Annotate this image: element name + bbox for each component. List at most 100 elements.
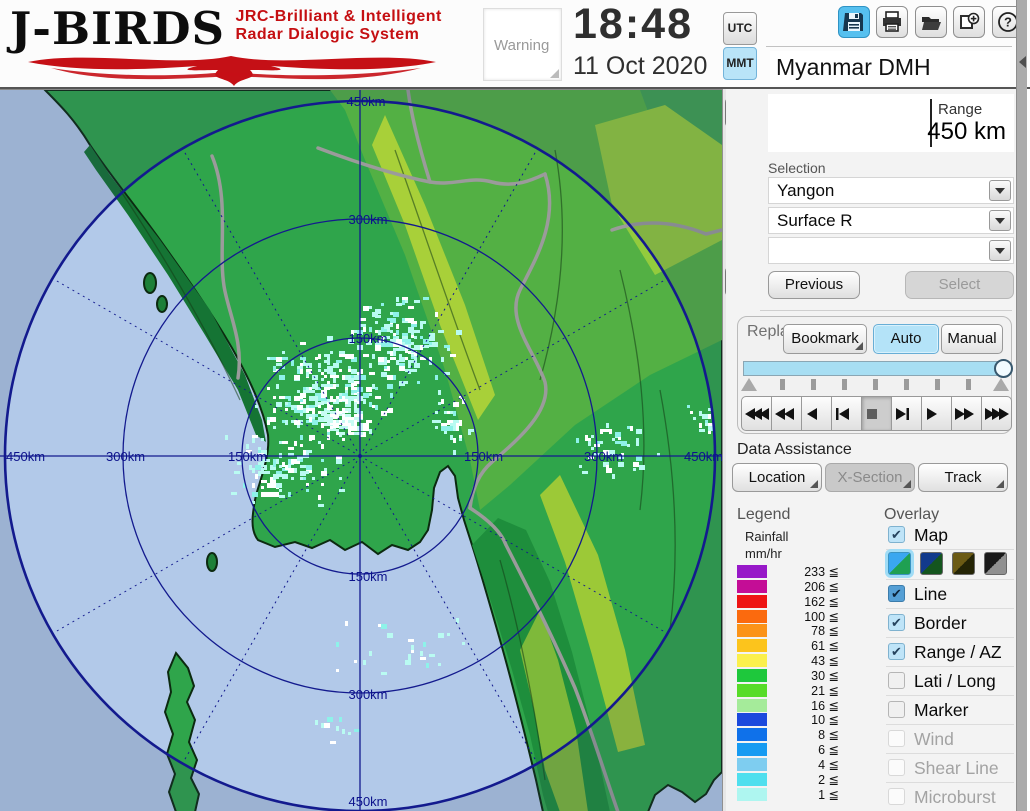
x-section-button[interactable]: X-Section: [825, 463, 915, 492]
panel-collapse-strip[interactable]: [1016, 0, 1027, 811]
resize-grip-icon[interactable]: [550, 69, 559, 78]
range-value: 450 km: [927, 118, 1006, 145]
bookmark-button[interactable]: Bookmark: [783, 324, 867, 354]
previous-button[interactable]: Previous: [768, 271, 860, 299]
step-back-icon: [835, 407, 849, 420]
forward-icon: [954, 407, 974, 420]
mmt-button[interactable]: MMT: [723, 47, 757, 80]
site-dropdown[interactable]: Yangon: [768, 177, 1014, 204]
forward-fast-button[interactable]: [981, 396, 1012, 431]
step-back-button[interactable]: [831, 396, 862, 431]
range-end-marker[interactable]: [993, 378, 1009, 391]
checkbox[interactable]: [888, 672, 905, 689]
step-forward-button[interactable]: [891, 396, 922, 431]
dropdown-button[interactable]: [989, 240, 1011, 261]
control-panel: Range 450 km Selection Yangon Surface R …: [726, 89, 1016, 811]
map-style-swatch[interactable]: [984, 552, 1007, 575]
play-reverse-icon: [806, 407, 817, 420]
overlay-row: ✔ Line: [886, 580, 1014, 609]
legend-row: 1 ≦: [737, 787, 867, 802]
legend-value: 8 ≦: [818, 728, 839, 743]
overlay-row: ✔ Border: [886, 609, 1014, 638]
option-dropdown[interactable]: [768, 237, 1014, 264]
forward-button[interactable]: [951, 396, 982, 431]
checkbox[interactable]: [888, 730, 905, 747]
auto-button[interactable]: Auto: [873, 324, 939, 354]
legend-swatch: [737, 757, 767, 771]
replay-tick-row: [738, 377, 1013, 393]
legend-swatch: [737, 565, 767, 578]
checkbox[interactable]: ✔: [888, 585, 905, 602]
menu-corner-icon: [810, 480, 818, 488]
overlay-row: Marker: [886, 696, 1014, 725]
legend-value: 78 ≦: [811, 624, 839, 639]
rewind-fast-button[interactable]: [741, 396, 772, 431]
svg-text:150km: 150km: [228, 449, 267, 464]
legend-swatch: [737, 743, 767, 757]
svg-text:450km: 450km: [6, 449, 45, 464]
menu-corner-icon: [903, 480, 911, 488]
overlay-list: ✔ Map ✔ Line ✔ Border ✔ Range / AZ Lati / L…: [886, 521, 1014, 811]
warning-panel[interactable]: Warning: [483, 8, 562, 81]
overlay-item-label: Microburst: [914, 787, 996, 807]
print-button[interactable]: [876, 6, 909, 38]
legend-row: 43 ≦: [737, 653, 867, 668]
dropdown-button[interactable]: [989, 180, 1011, 201]
tick-mark: [780, 379, 785, 390]
legend-value: 6 ≦: [818, 743, 839, 758]
checkbox[interactable]: ✔: [888, 614, 905, 631]
open-folder-button[interactable]: [914, 6, 947, 38]
legend-swatch: [737, 728, 767, 742]
replay-slider-track[interactable]: [743, 359, 1013, 378]
svg-text:300km: 300km: [106, 449, 145, 464]
track-button[interactable]: Track: [918, 463, 1008, 492]
save-button[interactable]: [838, 6, 870, 38]
bookmark-label: Bookmark: [791, 330, 859, 347]
utc-button[interactable]: UTC: [723, 12, 757, 45]
legend-value: 4 ≦: [818, 757, 839, 772]
map-style-swatch[interactable]: [920, 552, 943, 575]
dropdown-button[interactable]: [989, 210, 1011, 231]
step-forward-icon: [895, 407, 909, 420]
checkbox[interactable]: ✔: [888, 643, 905, 660]
product-dropdown[interactable]: Surface R: [768, 207, 1014, 234]
add-image-button[interactable]: [953, 6, 986, 38]
play-icon: [926, 407, 937, 420]
svg-text:300km: 300km: [348, 212, 387, 227]
checkbox[interactable]: [888, 701, 905, 718]
toolbar: ?: [836, 6, 1024, 38]
legend-value: 206 ≦: [804, 579, 839, 594]
manual-button[interactable]: Manual: [941, 324, 1003, 354]
radar-map[interactable]: 450km 300km 150km 150km 300km 450km 450k…: [0, 89, 722, 811]
replay-slider-handle[interactable]: [994, 359, 1013, 378]
tick-mark: [811, 379, 816, 390]
checkbox[interactable]: [888, 759, 905, 776]
checkbox[interactable]: [888, 788, 905, 805]
select-button[interactable]: Select: [905, 271, 1014, 299]
rewind-button[interactable]: [771, 396, 802, 431]
overlay-row: Shear Line: [886, 754, 1014, 783]
svg-text:300km: 300km: [348, 687, 387, 702]
legend-swatch: [737, 624, 767, 638]
location-button[interactable]: Location: [732, 463, 822, 492]
svg-text:150km: 150km: [464, 449, 503, 464]
checkbox[interactable]: ✔: [888, 526, 905, 543]
play-button[interactable]: [921, 396, 952, 431]
map-style-swatch[interactable]: [888, 552, 911, 575]
legend-swatch: [737, 787, 767, 801]
legend-swatch: [737, 713, 767, 727]
play-reverse-button[interactable]: [801, 396, 832, 431]
stop-button[interactable]: [861, 396, 892, 431]
legend-row: 8 ≦: [737, 727, 867, 742]
legend-row: 16 ≦: [737, 698, 867, 713]
range-start-marker[interactable]: [741, 378, 757, 391]
rewind-icon: [774, 407, 794, 420]
selection-label: Selection: [768, 160, 826, 176]
overlay-row: ✔ Range / AZ: [886, 638, 1014, 667]
tick-mark: [873, 379, 878, 390]
print-icon: [883, 11, 902, 32]
legend-value: 162 ≦: [804, 594, 839, 609]
station-title: Myanmar DMH: [770, 51, 1010, 85]
legend-row: 61 ≦: [737, 638, 867, 653]
map-style-swatch[interactable]: [952, 552, 975, 575]
